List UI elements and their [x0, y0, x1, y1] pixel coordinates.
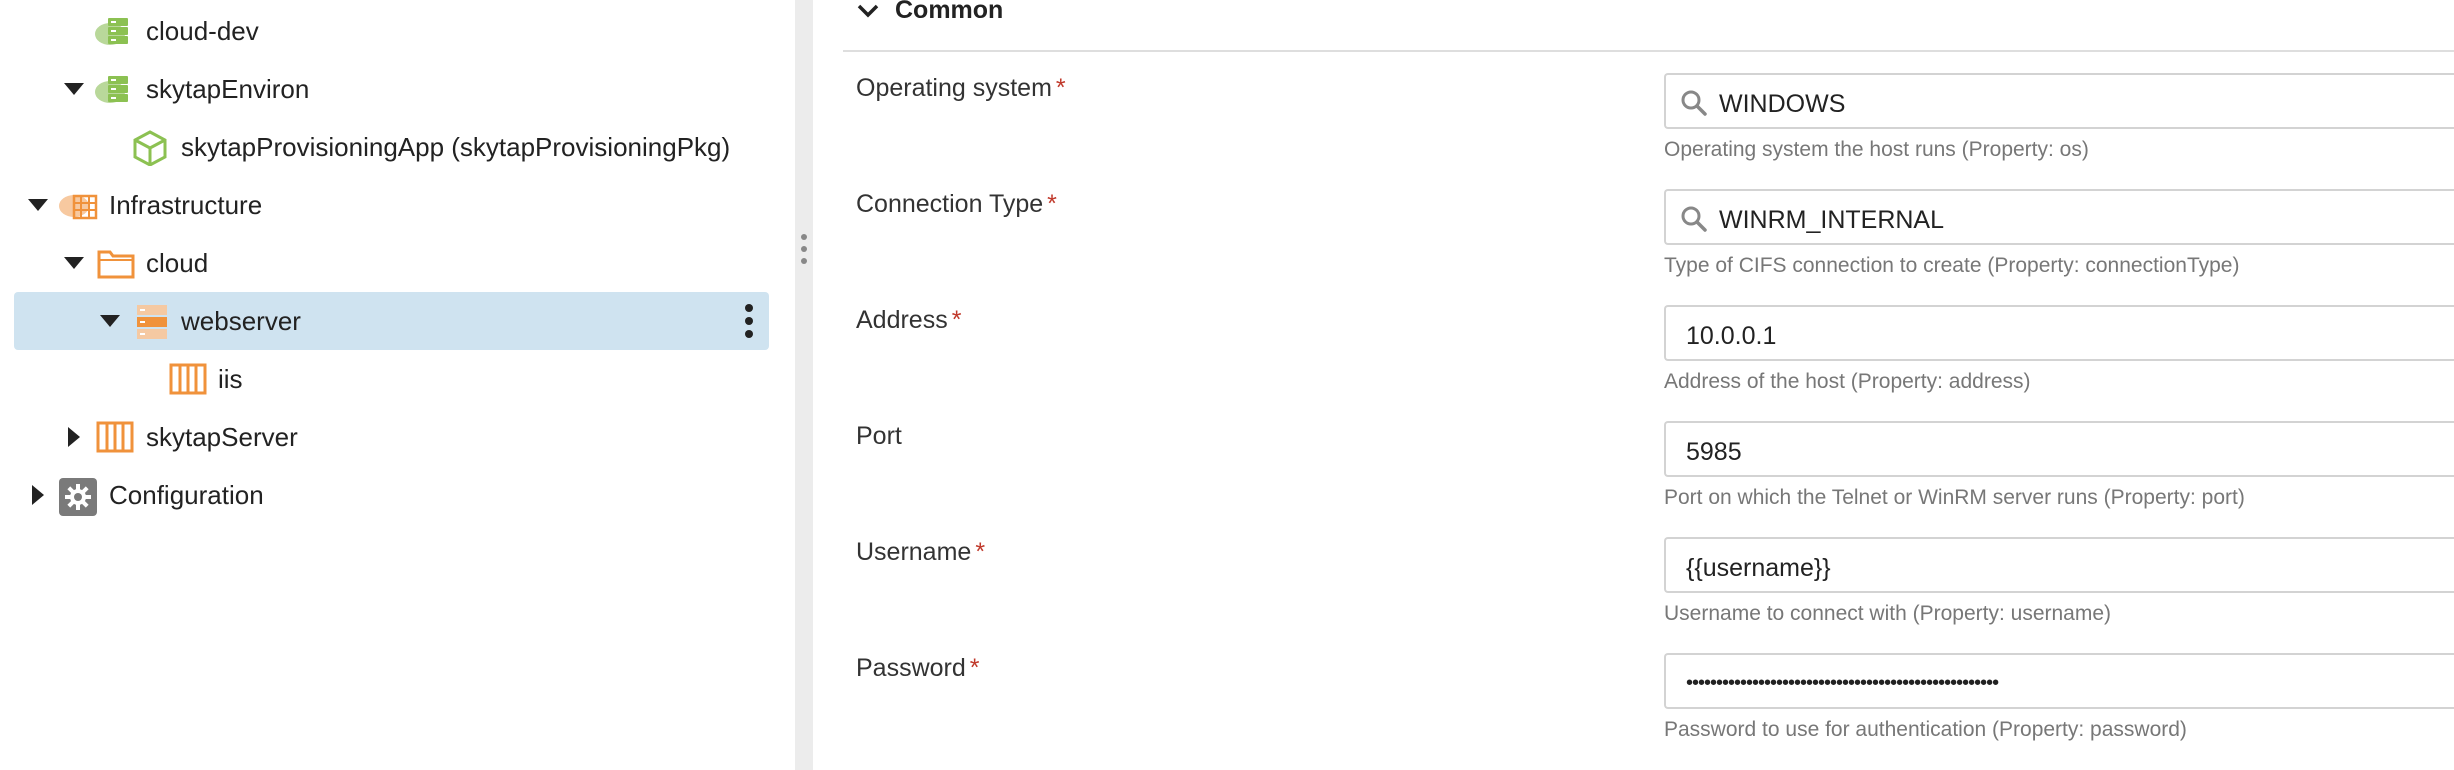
port-input[interactable]: 5985: [1664, 421, 2454, 477]
operating-system-help: Operating system the host runs (Property…: [1664, 138, 2089, 161]
field-label-port: Port: [856, 422, 902, 450]
field-label-operating-system: Operating system *: [856, 74, 1066, 102]
field-label-connection-type: Connection Type *: [856, 190, 1057, 218]
tree-item-label: skytapEnviron: [146, 74, 310, 104]
required-marker: *: [1047, 190, 1057, 218]
drag-handle-icon: [801, 234, 807, 264]
tree-item-label: Configuration: [109, 480, 264, 510]
tree-item-webserver[interactable]: webserver: [14, 292, 769, 350]
tree-item-skytapprovisioningapp[interactable]: skytapProvisioningApp (skytapProvisionin…: [14, 118, 769, 176]
username-input[interactable]: {{username}}: [1664, 537, 2454, 593]
chevron-right-icon[interactable]: [60, 423, 88, 451]
required-marker: *: [975, 538, 986, 566]
tree-item-label: cloud-dev: [146, 16, 259, 46]
tree-item-infrastructure[interactable]: Infrastructure: [14, 176, 769, 234]
operating-system-value: WINDOWS: [1719, 90, 1846, 118]
infrastructure-icon: [58, 188, 98, 222]
chevron-down-icon: [857, 4, 879, 18]
tree-item-configuration[interactable]: Configuration: [14, 466, 769, 524]
connection-type-help: Type of CIFS connection to create (Prope…: [1664, 254, 2240, 277]
port-value: 5985: [1686, 438, 1742, 466]
more-options-icon[interactable]: [739, 302, 759, 340]
password-help: Password to use for authentication (Prop…: [1664, 718, 2187, 741]
address-input[interactable]: 10.0.0.1: [1664, 305, 2454, 361]
port-help: Port on which the Telnet or WinRM server…: [1664, 486, 2245, 509]
connection-type-select[interactable]: WINRM_INTERNAL: [1664, 189, 2454, 245]
tree-item-skytapenviron[interactable]: skytapEnviron: [14, 60, 769, 118]
tree-item-label: skytapServer: [146, 422, 298, 452]
password-value: ••••••••••••••••••••••••••••••••••••••••…: [1686, 672, 1999, 694]
tree-item-label: iis: [218, 364, 243, 394]
username-value: {{username}}: [1686, 554, 1831, 582]
tree-item-cloud-dev[interactable]: cloud-dev: [14, 2, 769, 60]
chevron-right-icon[interactable]: [24, 481, 52, 509]
package-icon: [132, 130, 170, 167]
field-label-address: Address *: [856, 306, 962, 334]
panel-resize-handle[interactable]: [795, 0, 813, 770]
properties-form: Common Operating system * WINDOWS Operati…: [813, 0, 2454, 770]
address-help: Address of the host (Property: address): [1664, 370, 2031, 393]
gear-icon: [59, 478, 97, 516]
divider: [843, 50, 2454, 52]
required-marker: *: [951, 306, 962, 334]
navigation-tree: cloud-dev skytapEnviron skytapProvisioni…: [0, 0, 795, 770]
tree-item-skytapserver[interactable]: skytapServer: [14, 408, 769, 466]
tree-item-iis[interactable]: iis: [14, 350, 769, 408]
tree-item-label: cloud: [146, 248, 209, 278]
chevron-down-icon[interactable]: [60, 249, 88, 277]
tree-item-label: skytapProvisioningApp (skytapProvisionin…: [181, 132, 731, 162]
field-label-password: Password *: [856, 654, 980, 682]
container-icon: [169, 362, 207, 396]
search-icon: [1681, 90, 1707, 116]
server-icon: [135, 304, 173, 339]
container-icon: [96, 420, 134, 454]
tree-item-cloud[interactable]: cloud: [14, 234, 769, 292]
search-icon: [1681, 206, 1707, 232]
field-label-username: Username *: [856, 538, 986, 566]
tree-item-label: webserver: [181, 306, 301, 336]
chevron-down-icon[interactable]: [24, 191, 52, 219]
chevron-down-icon[interactable]: [96, 307, 124, 335]
required-marker: *: [969, 654, 980, 682]
environment-icon: [94, 14, 132, 48]
folder-icon: [96, 246, 135, 280]
connection-type-value: WINRM_INTERNAL: [1719, 206, 1945, 234]
environment-icon: [94, 72, 132, 106]
tree-item-label: Infrastructure: [109, 190, 263, 220]
address-value: 10.0.0.1: [1686, 322, 1777, 350]
section-title: Common: [895, 0, 1004, 24]
required-marker: *: [1055, 74, 1066, 102]
operating-system-select[interactable]: WINDOWS: [1664, 73, 2454, 129]
password-input[interactable]: ••••••••••••••••••••••••••••••••••••••••…: [1664, 653, 2454, 709]
chevron-down-icon[interactable]: [60, 75, 88, 103]
username-help: Username to connect with (Property: user…: [1664, 602, 2112, 625]
